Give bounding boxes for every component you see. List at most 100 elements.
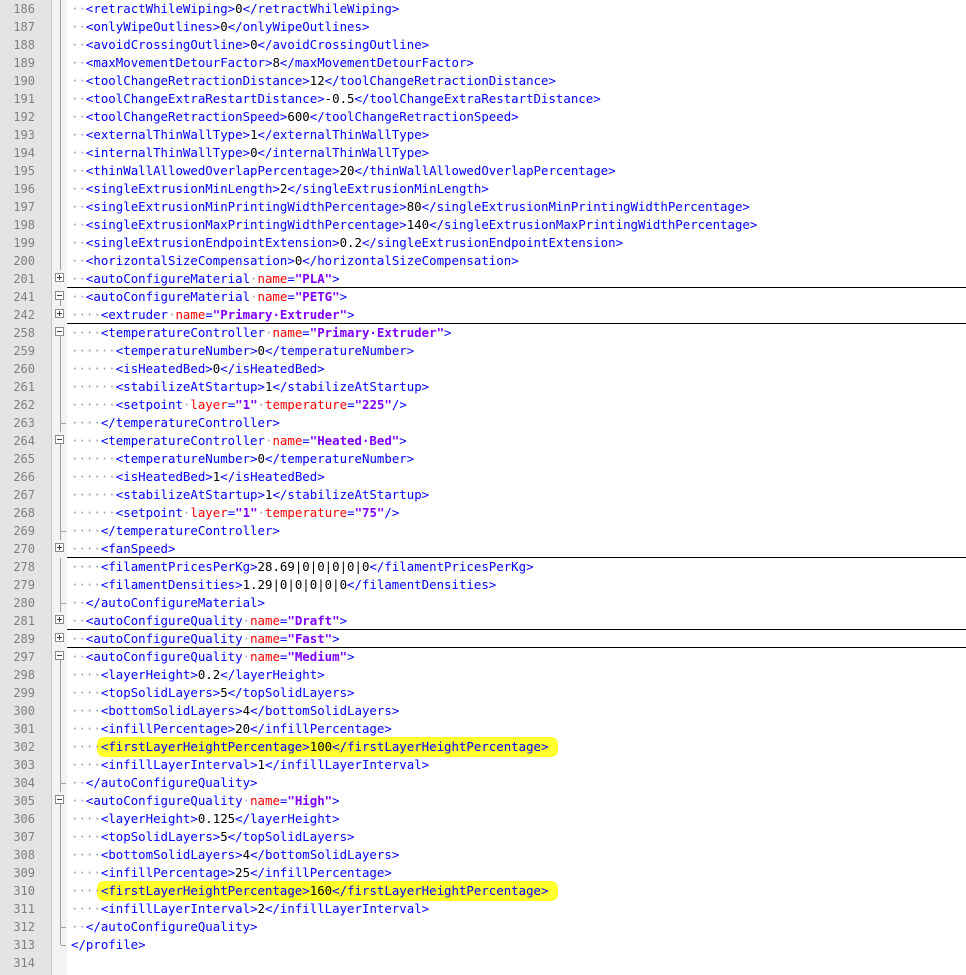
code-line[interactable]: 304 ··</autoConfigureQuality> <box>0 774 966 792</box>
code-line[interactable]: 241 ··<autoConfigureMaterial·name="PETG"> <box>0 288 966 306</box>
code-line[interactable]: 267 ······<stabilizeAtStartup>1</stabiliz… <box>0 486 966 504</box>
code-text: ··<toolChangeExtraRestartDistance>-0.5</… <box>71 90 601 108</box>
fold-guide <box>60 810 61 828</box>
code-line[interactable]: 193 ··<externalThinWallType>1</externalTh… <box>0 126 966 144</box>
code-line[interactable]: 189 ··<maxMovementDetourFactor>8</maxMove… <box>0 54 966 72</box>
collapse-fold-icon[interactable] <box>55 327 64 336</box>
code-line[interactable]: 194 ··<internalThinWallType>0</internalTh… <box>0 144 966 162</box>
expand-fold-icon[interactable] <box>55 633 64 642</box>
code-line[interactable]: 300 ····<bottomSolidLayers>4</bottomSolid… <box>0 702 966 720</box>
indent-whitespace: ·· <box>71 595 86 610</box>
code-line[interactable]: 190 ··<toolChangeRetractionDistance>12</t… <box>0 72 966 90</box>
code-line[interactable]: 199 ··<singleExtrusionEndpointExtension>0… <box>0 234 966 252</box>
code-line[interactable]: 195 ··<thinWallAllowedOverlapPercentage>2… <box>0 162 966 180</box>
fold-guide <box>60 54 61 72</box>
xml-tag-name: layerHeight <box>108 811 191 826</box>
expand-fold-icon[interactable] <box>55 273 64 282</box>
code-line[interactable]: 278 ····<filamentPricesPerKg>28.69|0|0|0|… <box>0 558 966 576</box>
line-number: 297 <box>13 650 35 664</box>
code-line[interactable]: 306 ····<layerHeight>0.125</layerHeight> <box>0 810 966 828</box>
code-line[interactable]: 264 ····<temperatureController·name="Heat… <box>0 432 966 450</box>
collapse-fold-icon[interactable] <box>55 795 64 804</box>
code-line[interactable]: 268 ······<setpoint·layer="1"·temperature… <box>0 504 966 522</box>
fold-guide <box>60 936 61 945</box>
collapse-fold-icon[interactable] <box>55 291 64 300</box>
expand-fold-icon[interactable] <box>55 615 64 624</box>
code-line[interactable]: 301 ····<infillPercentage>20</infillPerce… <box>0 720 966 738</box>
xml-bracket: </ <box>302 253 318 268</box>
code-line[interactable]: 270 ····<fanSpeed> <box>0 540 966 558</box>
code-line[interactable]: 191 ··<toolChangeExtraRestartDistance>-0.… <box>0 90 966 108</box>
code-line[interactable]: 197 ··<singleExtrusionMinPrintingWidthPer… <box>0 198 966 216</box>
code-text: ······<isHeatedBed>1</isHeatedBed> <box>71 468 325 486</box>
code-line[interactable]: 265 ······<temperatureNumber>0</temperatu… <box>0 450 966 468</box>
code-line[interactable]: 266 ······<isHeatedBed>1</isHeatedBed> <box>0 468 966 486</box>
code-line[interactable]: 269 ····</temperatureController> <box>0 522 966 540</box>
code-line[interactable]: 260 ······<isHeatedBed>0</isHeatedBed> <box>0 360 966 378</box>
code-line[interactable]: 261 ······<stabilizeAtStartup>1</stabiliz… <box>0 378 966 396</box>
code-line[interactable]: 258 ····<temperatureController·name="Prim… <box>0 324 966 342</box>
code-line[interactable]: 307 ····<topSolidLayers>5</topSolidLayers… <box>0 828 966 846</box>
code-text: ··</autoConfigureMaterial> <box>71 594 265 612</box>
indent-whitespace: ···· <box>71 847 101 862</box>
indent-whitespace: ·· <box>71 793 86 808</box>
code-text: ····<topSolidLayers>5</topSolidLayers> <box>71 828 355 846</box>
code-line[interactable]: 259 ······<temperatureNumber>0</temperatu… <box>0 342 966 360</box>
code-text: ··</autoConfigureQuality> <box>71 774 258 792</box>
indent-whitespace: ·· <box>71 199 86 214</box>
xml-bracket: > <box>391 847 400 862</box>
xml-bracket: > <box>384 721 392 736</box>
code-line[interactable]: 305 ··<autoConfigureQuality·name="High"> <box>0 792 966 810</box>
code-line[interactable]: 302 ····<firstLayerHeightPercentage>100</… <box>0 737 966 757</box>
code-line[interactable]: 200 ··<horizontalSizeCompensation>0</hori… <box>0 252 966 270</box>
code-line[interactable]: 311 ····<infillLayerInterval>2</infillLay… <box>0 900 966 918</box>
code-line[interactable]: 201 ··<autoConfigureMaterial·name="PLA"> <box>0 270 966 288</box>
code-line[interactable]: 299 ····<topSolidLayers>5</topSolidLayers… <box>0 684 966 702</box>
code-line[interactable]: 289 ··<autoConfigureQuality·name="Fast"> <box>0 630 966 648</box>
xml-tag-name: fanSpeed <box>108 541 168 556</box>
code-line[interactable]: 262 ······<setpoint·layer="1"·temperature… <box>0 396 966 414</box>
xml-text-value: 0.125 <box>197 811 236 826</box>
code-line[interactable]: 192 ··<toolChangeRetractionSpeed>600</too… <box>0 108 966 126</box>
code-line[interactable]: 198 ··<singleExtrusionMaxPrintingWidthPer… <box>0 216 966 234</box>
collapse-fold-icon[interactable] <box>55 651 64 660</box>
code-line[interactable]: 297 ··<autoConfigureQuality·name="Medium"… <box>0 648 966 666</box>
xml-bracket: > <box>615 235 624 250</box>
code-line[interactable]: 314 <box>0 954 966 972</box>
xml-tag-name: externalThinWallType <box>93 127 243 142</box>
code-line[interactable]: 313 </profile> <box>0 936 966 954</box>
code-line[interactable]: 298 ····<layerHeight>0.2</layerHeight> <box>0 666 966 684</box>
xml-editor[interactable]: 186 ··<retractWhileWiping>0</retractWhile… <box>0 0 966 975</box>
code-text: ··<autoConfigureQuality·name="Medium"> <box>71 648 355 666</box>
xml-attribute-name: temperature <box>265 505 348 520</box>
line-number: 187 <box>13 20 35 34</box>
line-number: 200 <box>13 254 35 268</box>
code-line[interactable]: 263 ····</temperatureController> <box>0 414 966 432</box>
xml-bracket: > <box>235 703 243 718</box>
code-line[interactable]: 186 ··<retractWhileWiping>0</retractWhile… <box>0 0 966 18</box>
xml-tag-name: topSolidLayers <box>108 829 213 844</box>
code-line[interactable]: 242 ····<extruder·name="Primary·Extruder"… <box>0 306 966 324</box>
code-line[interactable]: 312 ··</autoConfigureQuality> <box>0 918 966 936</box>
xml-bracket: > <box>272 415 280 430</box>
expand-fold-icon[interactable] <box>55 309 64 318</box>
code-line[interactable]: 310 ····<firstLayerHeightPercentage>160</… <box>0 881 966 901</box>
code-line[interactable]: 280 ··</autoConfigureMaterial> <box>0 594 966 612</box>
xml-tag-name: singleExtrusionEndpointExtension <box>376 235 616 250</box>
code-line[interactable]: 196 ··<singleExtrusionMinLength>2</single… <box>0 180 966 198</box>
code-line[interactable]: 308 ····<bottomSolidLayers>4</bottomSolid… <box>0 846 966 864</box>
code-line[interactable]: 188 ··<avoidCrossingOutline>0</avoidCross… <box>0 36 966 54</box>
xml-attribute-value: "1" <box>235 397 258 412</box>
code-line[interactable]: 281 ··<autoConfigureQuality·name="Draft"> <box>0 612 966 630</box>
xml-tag-name: filamentDensities <box>361 577 489 592</box>
code-line[interactable]: 187 ··<onlyWipeOutlines>0</onlyWipeOutlin… <box>0 18 966 36</box>
line-number: 314 <box>13 956 35 970</box>
collapse-fold-icon[interactable] <box>55 435 64 444</box>
expand-fold-icon[interactable] <box>55 543 64 552</box>
code-line[interactable]: 279 ····<filamentDensities>1.29|0|0|0|0|0… <box>0 576 966 594</box>
code-line[interactable]: 309 ····<infillPercentage>25</infillPerce… <box>0 864 966 882</box>
xml-tag-name: toolChangeRetractionSpeed <box>324 109 512 124</box>
xml-bracket: > <box>421 37 430 52</box>
code-line[interactable]: 303 ····<infillLayerInterval>1</infillLay… <box>0 756 966 774</box>
indent-whitespace: ···· <box>71 757 101 772</box>
